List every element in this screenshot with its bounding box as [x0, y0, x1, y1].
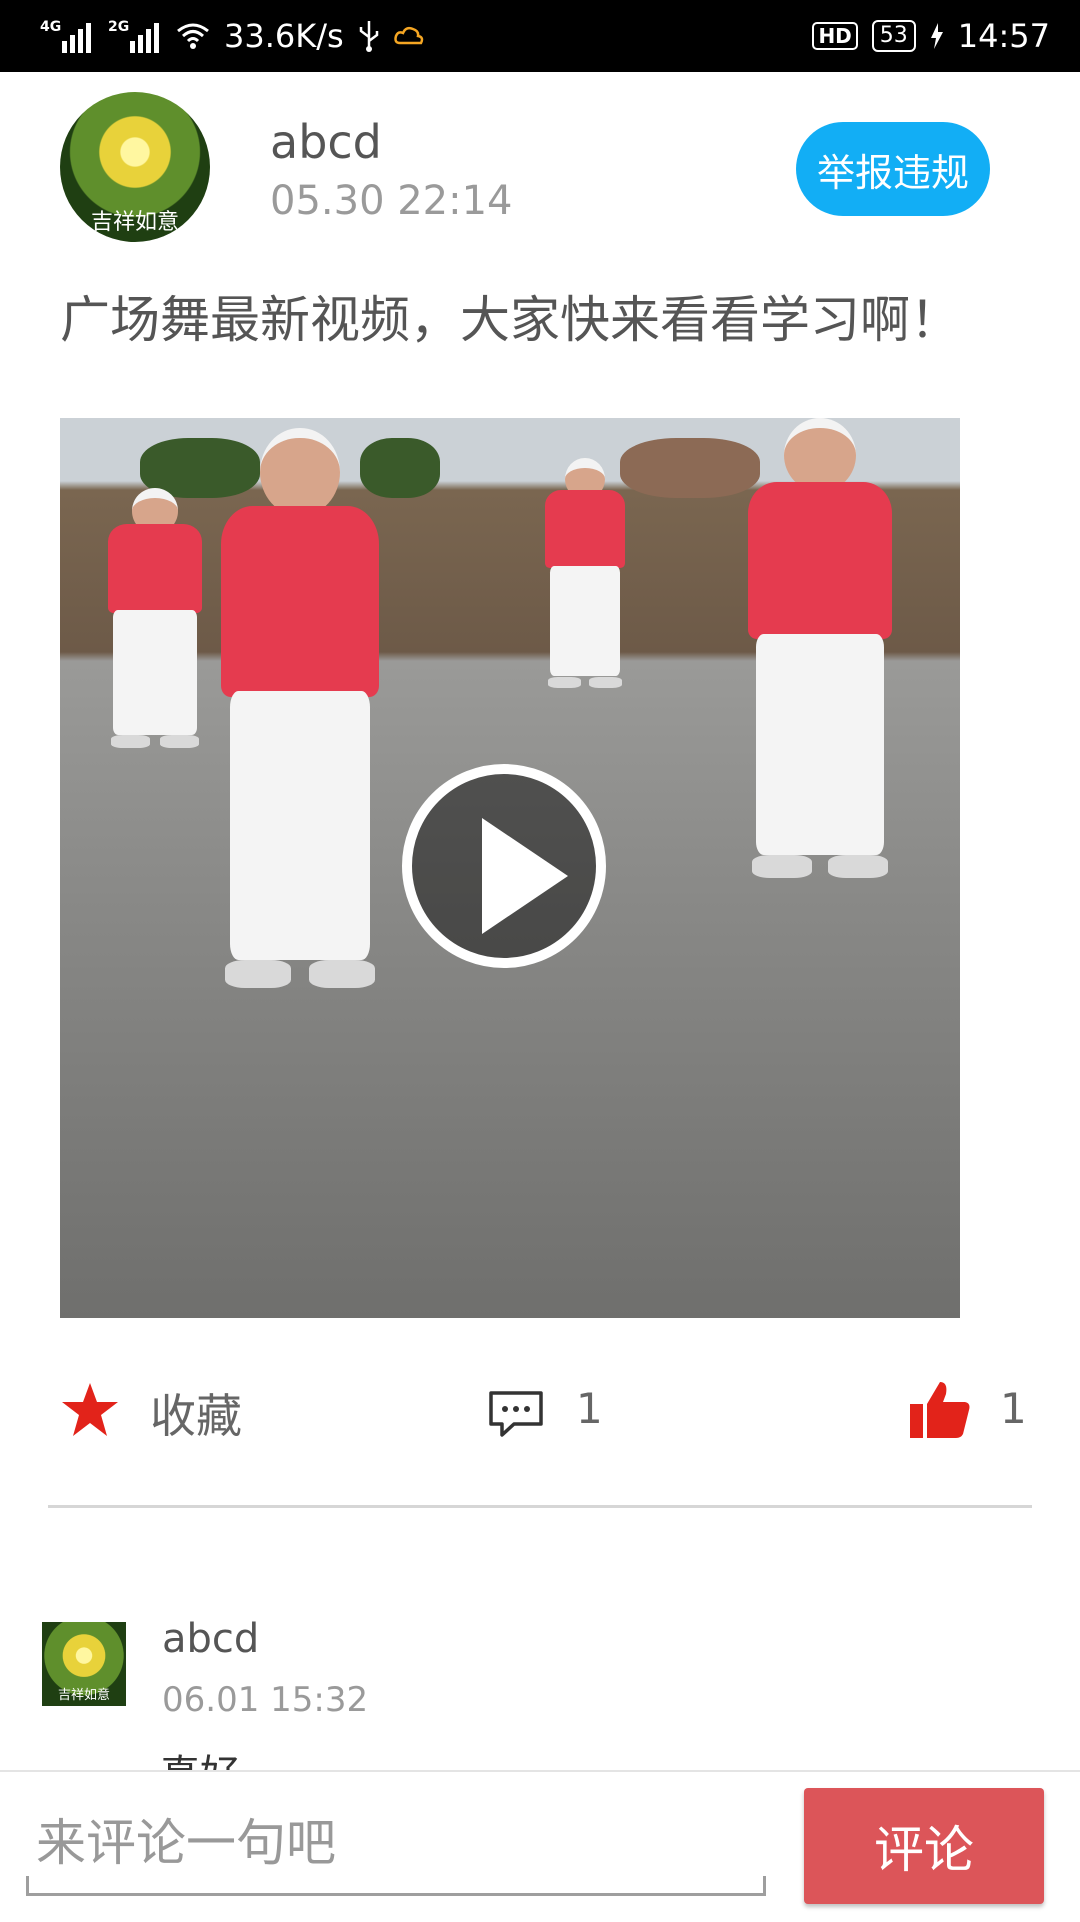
comment-icon[interactable]: [488, 1390, 544, 1438]
status-left: 4G 2G 33.6K/s: [40, 0, 424, 72]
cellular-signal-icon: 4G: [40, 19, 94, 53]
battery-icon: 53: [871, 20, 916, 52]
divider: [48, 1505, 1032, 1508]
network-speed: 33.6K/s: [224, 17, 344, 55]
status-right: HD 53 14:57: [812, 0, 1050, 72]
play-button[interactable]: [402, 764, 606, 968]
action-bar: 收藏 1 1: [0, 1370, 1080, 1460]
clock: 14:57: [957, 17, 1050, 55]
hd-badge: HD: [812, 22, 858, 50]
like-count: 1: [1000, 1384, 1027, 1433]
play-icon: [482, 818, 568, 934]
charging-icon: [930, 23, 943, 49]
submit-comment-button[interactable]: 评论: [804, 1788, 1044, 1904]
status-bar: 4G 2G 33.6K/s HD 53 14:57: [0, 0, 1080, 72]
usb-icon: [359, 21, 378, 52]
favorite-label[interactable]: 收藏: [150, 1380, 242, 1446]
thumbs-up-icon[interactable]: [908, 1378, 972, 1442]
cloud-icon: [393, 26, 423, 45]
comment-username[interactable]: abcd: [162, 1616, 259, 1662]
post-time: 05.30 22:14: [270, 178, 513, 224]
avatar-caption: 吉祥如意: [90, 210, 179, 235]
input-underline: [26, 1876, 766, 1896]
video-player[interactable]: [60, 418, 960, 1318]
cellular-signal-icon-2: 2G: [108, 19, 162, 53]
author-avatar[interactable]: 吉祥如意: [60, 92, 210, 242]
comment-composer: 评论: [0, 1770, 1080, 1922]
star-icon[interactable]: [60, 1380, 120, 1440]
comment-avatar[interactable]: 吉祥如意: [42, 1622, 126, 1706]
network-type-label-2: 2G: [108, 19, 130, 35]
report-button[interactable]: 举报违规: [796, 122, 990, 216]
wifi-icon: [177, 23, 209, 49]
author-name[interactable]: abcd: [270, 115, 382, 169]
post-text: 广场舞最新视频，大家快来看看学习啊！: [60, 291, 960, 349]
comment-time: 06.01 15:32: [162, 1680, 369, 1720]
comment-count: 1: [576, 1384, 603, 1433]
dancer-figure: [190, 428, 410, 988]
dancer-figure: [720, 418, 920, 878]
avatar-caption: 吉祥如意: [57, 1688, 110, 1703]
network-type-label: 4G: [40, 19, 62, 35]
dancer-figure: [530, 458, 640, 688]
